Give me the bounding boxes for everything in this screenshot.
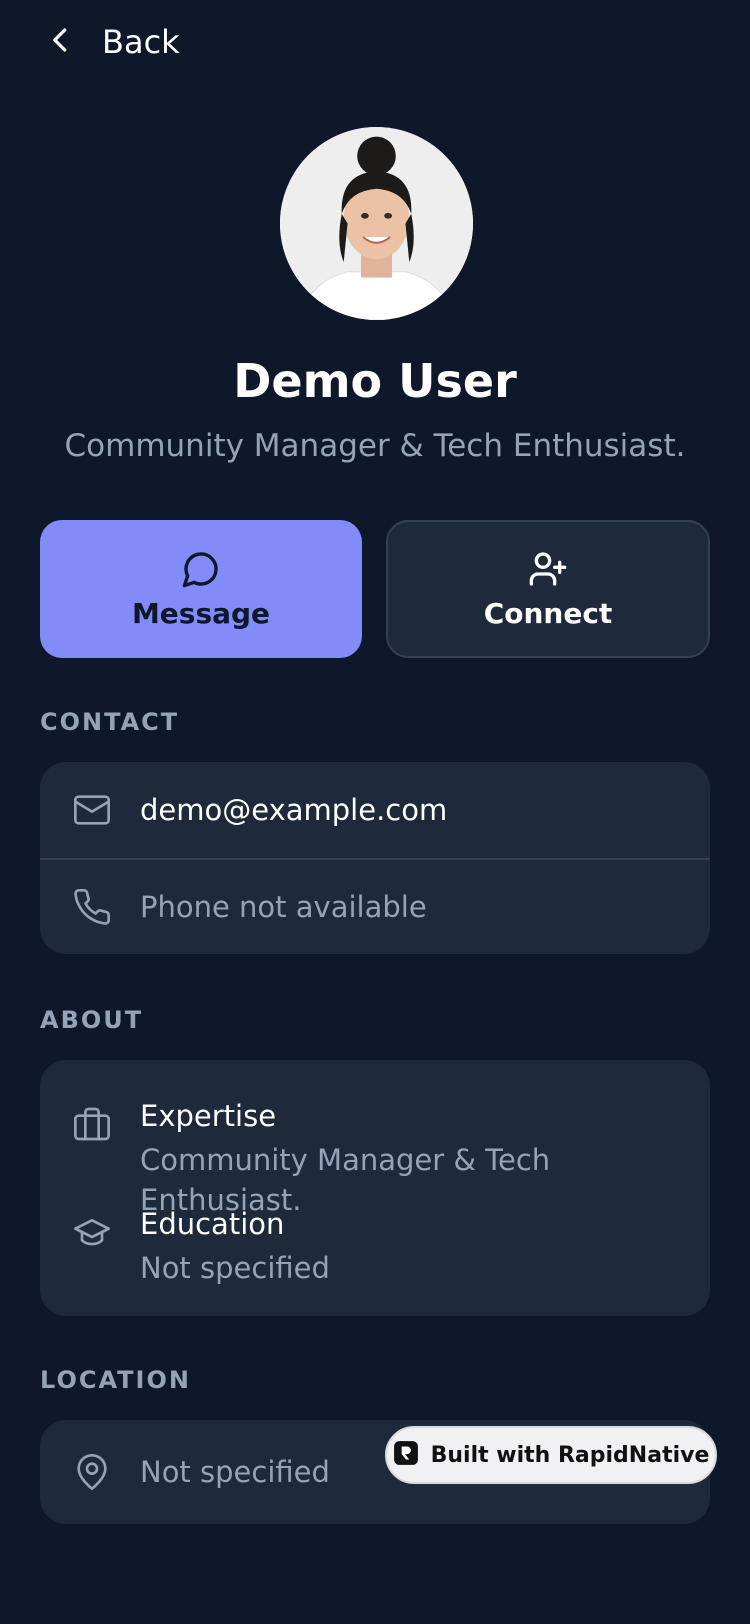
message-button-label: Message: [131, 596, 271, 630]
avatar: [280, 127, 473, 320]
profile-tagline: Community Manager & Tech Enthusiast.: [64, 428, 686, 464]
map-pin-icon: [72, 1452, 112, 1492]
built-with-badge[interactable]: Built with RapidNative: [385, 1426, 717, 1484]
graduation-cap-icon: [72, 1212, 112, 1252]
expertise-item: Expertise Community Manager & Tech Enthu…: [72, 1096, 710, 1220]
email-value: demo@example.com: [140, 793, 448, 827]
message-button[interactable]: Message: [40, 520, 362, 658]
location-value: Not specified: [140, 1455, 330, 1489]
profile-name: Demo User: [233, 354, 517, 408]
email-row[interactable]: demo@example.com: [40, 762, 710, 858]
about-card: Expertise Community Manager & Tech Enthu…: [40, 1060, 710, 1316]
back-label: Back: [102, 23, 180, 61]
phone-row: Phone not available: [40, 858, 710, 954]
message-circle-icon: [181, 549, 221, 593]
contact-card: demo@example.com Phone not available: [40, 762, 710, 954]
location-section-title: LOCATION: [40, 1366, 191, 1394]
phone-icon: [72, 887, 112, 927]
rapidnative-logo-icon: [393, 1440, 419, 1470]
user-plus-icon: [528, 549, 568, 593]
education-label: Education: [140, 1207, 285, 1241]
badge-label: Built with RapidNative: [430, 1442, 710, 1468]
connect-button-label: Connect: [483, 596, 613, 630]
expertise-label: Expertise: [140, 1099, 277, 1133]
connect-button[interactable]: Connect: [386, 520, 710, 658]
about-section-title: ABOUT: [40, 1006, 144, 1034]
contact-section-title: CONTACT: [40, 708, 180, 736]
education-value: Not specified: [140, 1251, 330, 1285]
chevron-left-icon: [46, 25, 76, 59]
back-button[interactable]: Back: [46, 14, 180, 70]
mail-icon: [72, 790, 112, 830]
briefcase-icon: [72, 1104, 112, 1144]
profile-screen: Back Demo User Community Manager & Tech …: [0, 0, 750, 1624]
phone-value: Phone not available: [140, 890, 427, 924]
education-item: Education Not specified: [72, 1204, 330, 1288]
